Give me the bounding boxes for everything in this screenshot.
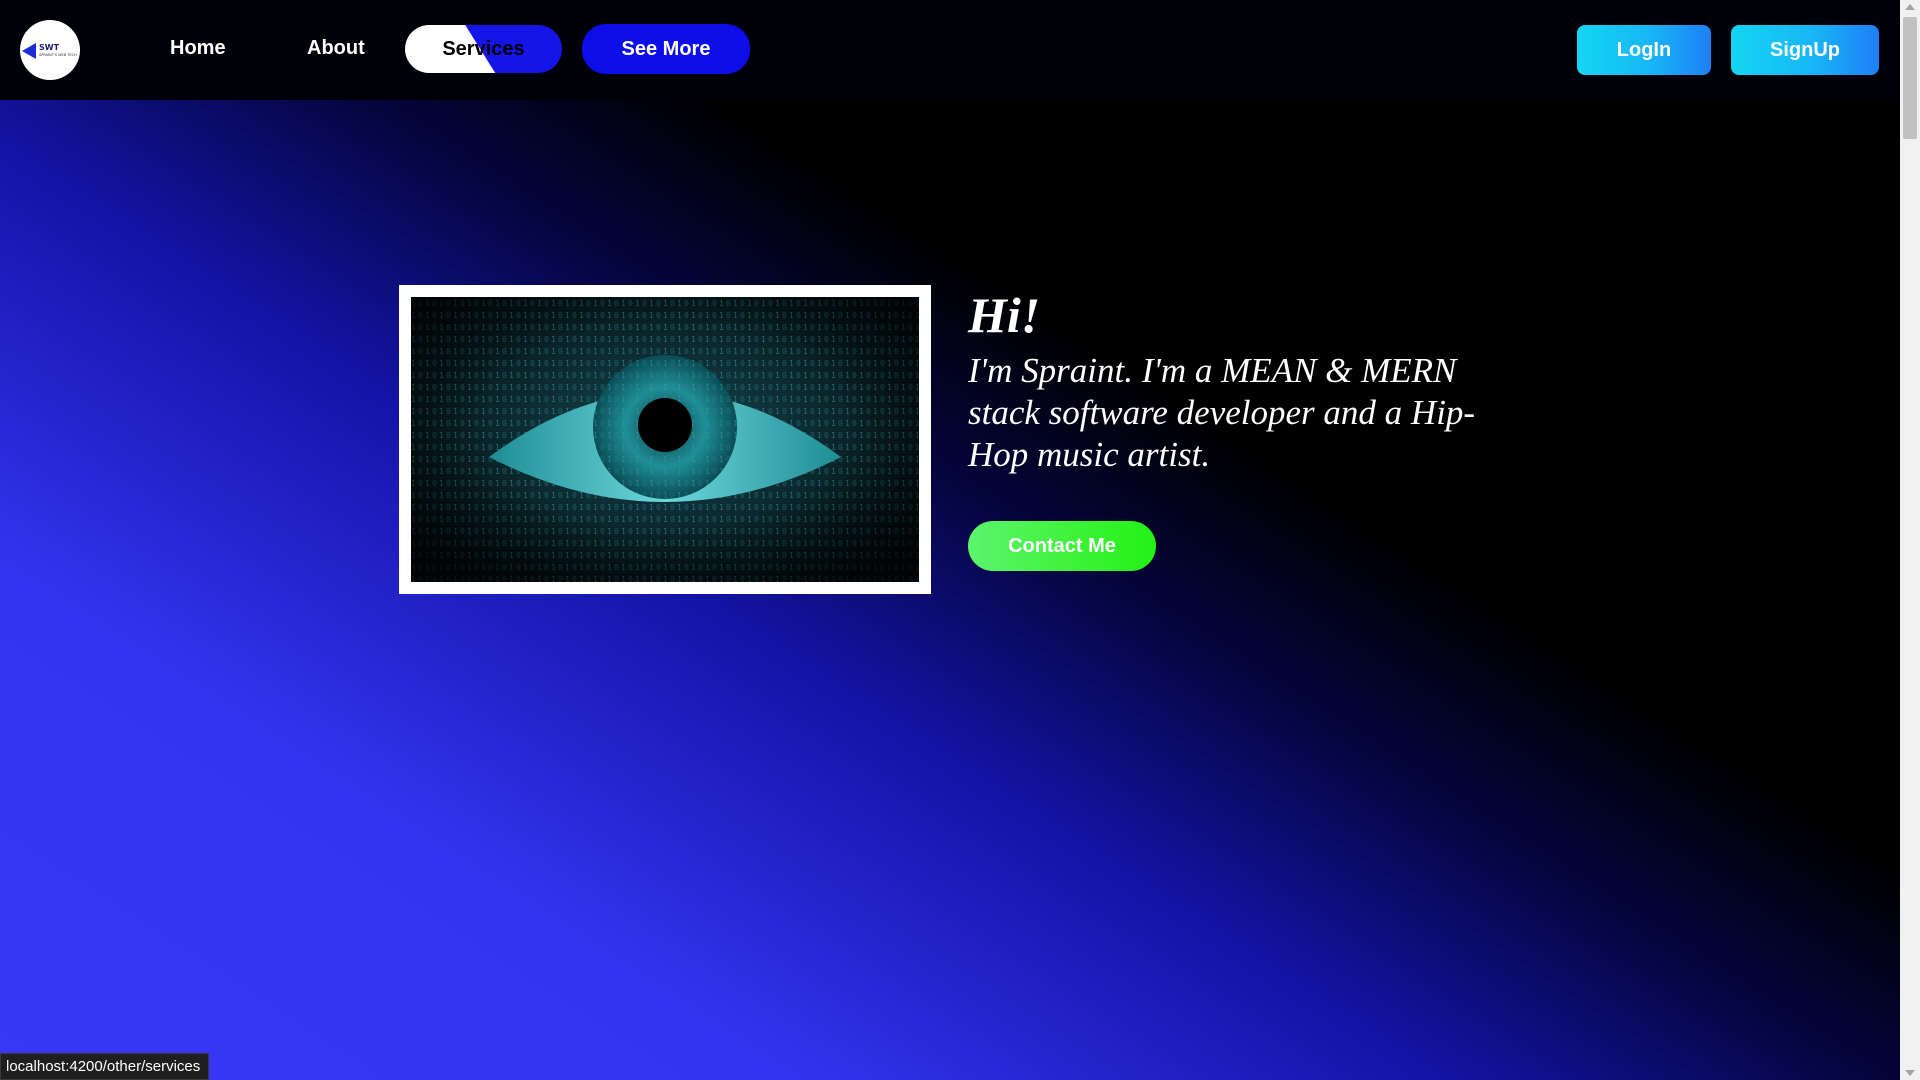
hero-image-frame: 1 0 [399, 285, 931, 594]
navbar: SWT SPRAINT'S WEB TECH Home About Servic… [0, 0, 1900, 100]
nav-link-home[interactable]: Home [170, 37, 226, 60]
hero-text: Hi! I'm Spraint. I'm a MEAN & MERN stack… [968, 284, 1508, 476]
binary-eye-image: 1 0 [411, 297, 919, 582]
see-more-button[interactable]: See More [582, 24, 750, 74]
login-button[interactable]: LogIn [1577, 25, 1711, 75]
signup-button[interactable]: SignUp [1731, 25, 1879, 75]
hero-greeting: Hi! [968, 287, 1041, 343]
services-button[interactable]: Services [405, 25, 562, 73]
scroll-up-arrow-icon[interactable] [1905, 4, 1915, 10]
logo-text: SWT [39, 43, 60, 52]
logo[interactable]: SWT SPRAINT'S WEB TECH [20, 20, 80, 80]
scroll-down-arrow-icon[interactable] [1905, 1070, 1915, 1076]
contact-me-button[interactable]: Contact Me [968, 521, 1156, 571]
logo-arrow-icon [22, 43, 36, 59]
nav-link-about[interactable]: About [307, 37, 365, 60]
status-bar-url: localhost:4200/other/services [0, 1053, 210, 1080]
scrollbar-thumb[interactable] [1903, 17, 1917, 139]
logo-subtext: SPRAINT'S WEB TECH [39, 53, 77, 57]
hero-intro: I'm Spraint. I'm a MEAN & MERN stack sof… [968, 351, 1476, 474]
scrollbar[interactable] [1900, 0, 1920, 1080]
